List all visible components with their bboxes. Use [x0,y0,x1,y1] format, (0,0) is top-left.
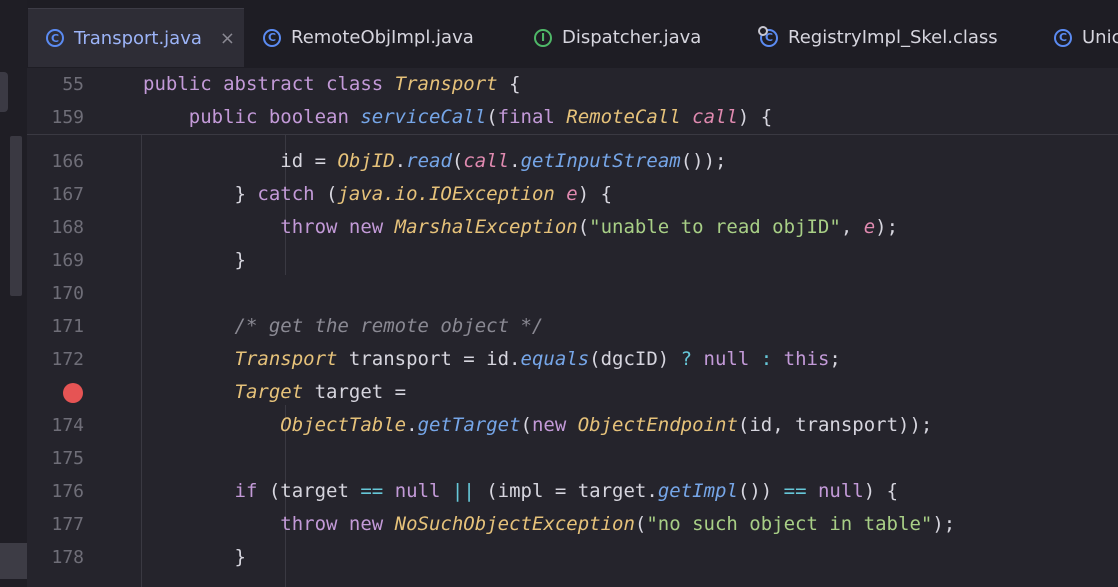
line-number[interactable]: 170 [27,277,84,310]
code-text: if (target == null || (impl = target.get… [143,480,899,502]
line-number[interactable]: 175 [27,442,84,475]
code-line[interactable]: 167 } catch (java.io.IOException e) { [27,178,1118,211]
line-number[interactable]: 166 [27,145,84,178]
class-icon: C [46,29,64,47]
tab-label: Dispatcher.java [562,27,702,48]
code-line[interactable]: 55 public abstract class Transport { [27,68,1118,101]
code-text: } [143,249,246,271]
code-text: public abstract class Transport { [143,73,521,95]
breakpoint-icon[interactable] [63,383,83,403]
line-number[interactable]: 172 [27,343,84,376]
code-line[interactable]: 166 id = ObjID.read(call.getInputStream(… [27,145,1118,178]
tab-registryimpl-skel-class[interactable]: C RegistryImpl_Skel.class [758,8,998,67]
tab-label: Unic [1082,27,1118,48]
side-scrollbar-thumb[interactable] [10,136,22,296]
line-number[interactable]: 169 [27,244,84,277]
line-number[interactable]: 167 [27,178,84,211]
tool-window-handle[interactable] [0,72,8,112]
code-line[interactable]: 171 /* get the remote object */ [27,310,1118,343]
line-number[interactable]: 177 [27,508,84,541]
code-editor[interactable]: 166 id = ObjID.read(call.getInputStream(… [27,135,1118,587]
close-icon[interactable]: × [220,28,235,49]
code-line[interactable]: 174 ObjectTable.getTarget(new ObjectEndp… [27,409,1118,442]
tab-unic[interactable]: C Unic [1054,8,1118,67]
code-text: /* get the remote object */ [143,315,544,337]
code-text: public boolean serviceCall(final RemoteC… [143,106,773,128]
code-line[interactable]: 172 Transport transport = id.equals(dgcI… [27,343,1118,376]
code-line[interactable]: 177 throw new NoSuchObjectException("no … [27,508,1118,541]
tab-label: RegistryImpl_Skel.class [788,27,998,48]
line-number[interactable]: 174 [27,409,84,442]
line-number[interactable]: 159 [27,101,84,134]
line-number[interactable]: 55 [27,68,84,101]
compiled-class-icon: C [758,25,778,47]
interface-icon: I [534,28,552,47]
code-line[interactable]: 168 throw new MarshalException("unable t… [27,211,1118,244]
code-line[interactable]: 178 } [27,541,1118,574]
code-line[interactable]: 175 [27,442,1118,475]
code-text: throw new NoSuchObjectException("no such… [143,513,956,535]
code-text: ObjectTable.getTarget(new ObjectEndpoint… [143,414,933,436]
line-number[interactable]: 171 [27,310,84,343]
code-text: } catch (java.io.IOException e) { [143,183,613,205]
code-text: throw new MarshalException("unable to re… [143,216,899,238]
code-line[interactable]: 170 [27,277,1118,310]
tab-transport-java[interactable]: C Transport.java × [28,8,244,67]
code-line[interactable]: 159 public boolean serviceCall(final Rem… [27,101,1118,134]
code-text: Transport transport = id.equals(dgcID) ?… [143,348,841,370]
tool-window-strip [0,0,27,587]
sticky-scroll-header[interactable]: 55 public abstract class Transport { 159 p… [27,68,1118,135]
editor-tab-bar: C Transport.java × C RemoteObjImpl.java … [27,0,1118,69]
tab-remoteobjimpl-java[interactable]: C RemoteObjImpl.java [263,8,474,67]
code-text: Target target = [143,381,407,403]
code-line[interactable]: Target target = [27,376,1118,409]
class-icon: C [1054,28,1072,47]
code-line[interactable]: 169 } [27,244,1118,277]
line-number[interactable]: 178 [27,541,84,574]
class-icon: C [263,28,281,47]
code-text: } [143,546,246,568]
tool-window-button[interactable] [0,543,27,579]
line-number[interactable]: 168 [27,211,84,244]
code-line[interactable]: 176 if (target == null || (impl = target… [27,475,1118,508]
line-number[interactable]: 176 [27,475,84,508]
tab-label: RemoteObjImpl.java [291,27,474,48]
tab-label: Transport.java [74,27,202,49]
code-text: id = ObjID.read(call.getInputStream()); [143,150,727,172]
tab-dispatcher-java[interactable]: I Dispatcher.java [534,8,701,67]
